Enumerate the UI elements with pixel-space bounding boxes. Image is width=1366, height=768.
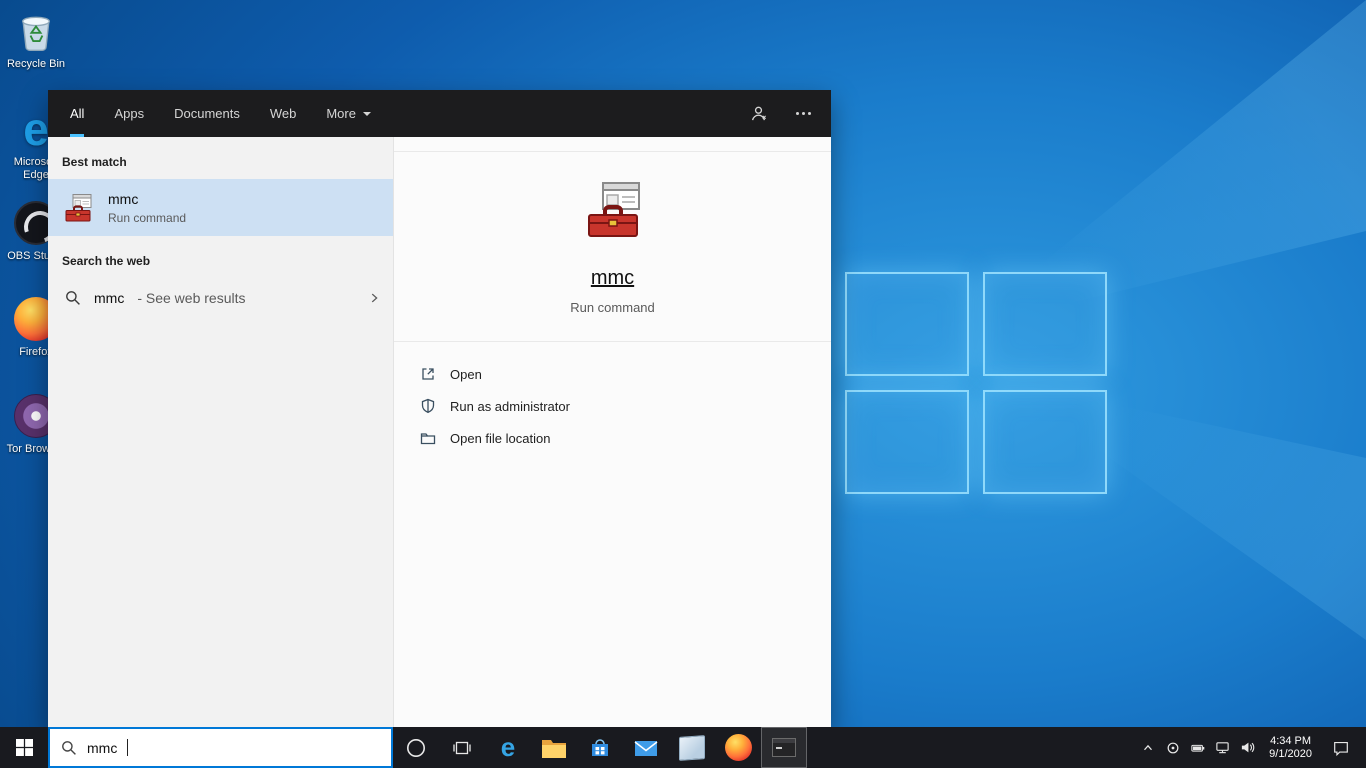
volume-button[interactable]: [1235, 727, 1260, 768]
start-button[interactable]: [0, 727, 48, 768]
best-match-heading: Best match: [62, 155, 127, 169]
taskbar-clock[interactable]: 4:34 PM 9/1/2020: [1260, 735, 1321, 761]
clock-date: 9/1/2020: [1269, 747, 1312, 760]
action-open[interactable]: Open: [420, 358, 831, 390]
recycle-bin-icon: [13, 8, 59, 54]
task-view-button[interactable]: [439, 727, 485, 768]
result-subtitle: Run command: [108, 210, 187, 225]
cmd-icon: [772, 738, 796, 757]
tray-app-icon: [1167, 742, 1179, 753]
mmc-toolbox-icon: [62, 192, 94, 224]
start-icon: [15, 739, 33, 756]
taskbar-search-input[interactable]: mmc: [48, 727, 393, 768]
action-center-icon: [1334, 741, 1348, 756]
taskbar-edge-button[interactable]: e: [485, 727, 531, 768]
tab-all[interactable]: All: [70, 90, 85, 137]
preview-subtitle: Run command: [570, 300, 655, 315]
network-button[interactable]: [1210, 727, 1235, 768]
search-input-value: mmc: [87, 739, 118, 756]
action-list: Open Run as administrator Open file loca…: [394, 342, 831, 454]
account-icon[interactable]: [749, 104, 768, 123]
web-search-result[interactable]: mmc - See web results: [48, 278, 393, 318]
search-results-area: Best match mmc Run command Search the we…: [48, 137, 831, 728]
folder-location-icon: [420, 430, 436, 446]
action-label: Open file location: [450, 430, 551, 446]
tab-documents[interactable]: Documents: [174, 90, 240, 137]
preview-pane: mmc Run command Open Run as administrato…: [393, 137, 831, 728]
tab-label: Apps: [114, 106, 145, 121]
tab-web[interactable]: Web: [270, 90, 297, 137]
taskbar-firefox-button[interactable]: [715, 727, 761, 768]
taskbar-cmd-button[interactable]: [761, 727, 807, 768]
chevron-down-icon: [362, 112, 371, 120]
file-explorer-icon: [542, 739, 566, 758]
preview-card: mmc Run command Open Run as administrato…: [394, 151, 831, 728]
best-match-result[interactable]: mmc Run command: [48, 179, 393, 236]
chevron-up-icon: [1143, 744, 1152, 750]
windows-logo-pane: [983, 390, 1107, 494]
search-flyout: All Apps Documents Web More Best match m…: [48, 90, 831, 728]
best-match-text: mmc Run command: [108, 191, 186, 225]
system-tray: 4:34 PM 9/1/2020: [1135, 727, 1366, 768]
desktop-icon-label: Recycle Bin: [6, 58, 66, 70]
tab-label: Web: [269, 106, 297, 121]
taskbar-store-button[interactable]: [577, 727, 623, 768]
mmc-toolbox-icon-large: [581, 178, 645, 247]
tab-label: All: [70, 106, 85, 121]
admin-shield-icon: [420, 398, 436, 414]
windows-logo-pane: [983, 272, 1107, 376]
web-query-text: mmc: [94, 290, 125, 306]
task-view-icon: [453, 741, 471, 754]
taskbar: mmc e 4:34 PM 9/1/2020: [0, 727, 1366, 768]
windows-logo-pane: [845, 390, 969, 494]
search-header-actions: [749, 90, 811, 137]
battery-button[interactable]: [1185, 727, 1210, 768]
tab-label: Documents: [174, 106, 240, 121]
tab-apps[interactable]: Apps: [114, 90, 144, 137]
mail-icon: [634, 740, 658, 756]
search-the-web-heading: Search the web: [62, 254, 151, 268]
action-run-as-administrator[interactable]: Run as administrator: [420, 390, 831, 422]
hidden-icons-button[interactable]: [1135, 727, 1160, 768]
preview-title[interactable]: mmc: [591, 267, 634, 290]
edge-icon: e: [500, 732, 516, 762]
search-tabs-bar: All Apps Documents Web More: [48, 90, 831, 137]
firefox-icon: [724, 734, 752, 761]
taskbar-mail-button[interactable]: [623, 727, 669, 768]
taskbar-app-window-button[interactable]: [669, 727, 715, 768]
action-label: Open: [450, 366, 482, 382]
desktop-icon-recycle-bin[interactable]: Recycle Bin: [2, 8, 70, 71]
action-center-button[interactable]: [1321, 727, 1361, 768]
web-query-suffix: - See web results: [137, 290, 246, 306]
result-title: mmc: [108, 190, 139, 207]
ellipsis-icon[interactable]: [796, 112, 811, 115]
action-open-file-location[interactable]: Open file location: [420, 422, 831, 454]
windows-logo-pane: [845, 272, 969, 376]
network-icon: [1216, 742, 1229, 754]
cortana-button[interactable]: [393, 727, 439, 768]
text-caret: [127, 739, 129, 756]
volume-icon: [1242, 742, 1255, 753]
clock-time: 4:34 PM: [1270, 734, 1312, 747]
tab-label: More: [326, 106, 356, 121]
tab-more[interactable]: More: [326, 90, 371, 137]
tray-app-button[interactable]: [1160, 727, 1185, 768]
store-icon: [592, 738, 608, 756]
search-icon: [61, 740, 77, 756]
cortana-icon: [407, 738, 425, 757]
windows-logo: [845, 272, 1107, 494]
battery-icon: [1191, 744, 1204, 752]
action-label: Run as administrator: [450, 398, 570, 414]
open-icon: [420, 366, 436, 382]
app-window-icon: [679, 734, 705, 761]
results-list: Best match mmc Run command Search the we…: [48, 137, 393, 728]
search-icon: [65, 290, 81, 306]
taskbar-file-explorer-button[interactable]: [531, 727, 577, 768]
chevron-right-icon[interactable]: [367, 291, 381, 305]
